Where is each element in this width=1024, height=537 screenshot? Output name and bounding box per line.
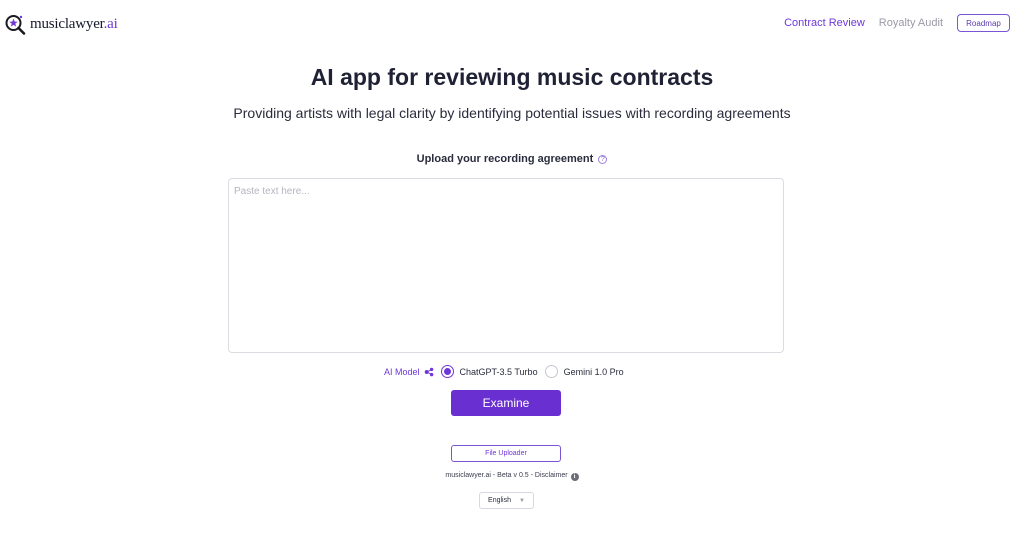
radio-label-gemini[interactable]: Gemini 1.0 Pro: [564, 367, 624, 377]
upload-label: Upload your recording agreement: [416, 153, 594, 165]
top-nav: Contract Review Royalty Audit Roadmap: [784, 14, 1010, 32]
ai-model-label: AI Model: [384, 366, 420, 377]
footer-text[interactable]: musiclawyer.ai - Beta v 0.5 - Disclaimer: [445, 472, 567, 479]
brand-name-main: musiclawyer: [30, 15, 104, 32]
examine-button[interactable]: Examine: [451, 390, 561, 416]
nav-royalty-audit[interactable]: Royalty Audit: [879, 17, 943, 29]
radio-gemini[interactable]: [544, 365, 558, 378]
contract-text-input[interactable]: [228, 178, 784, 353]
radio-label-chatgpt[interactable]: ChatGPT-3.5 Turbo: [460, 367, 538, 377]
magnifier-logo-icon: [4, 12, 28, 36]
brand-name: musiclawyer.ai: [30, 16, 118, 33]
language-select[interactable]: English ▼: [479, 492, 534, 509]
radio-chatgpt[interactable]: [440, 365, 454, 378]
page-title: AI app for reviewing music contracts: [310, 64, 714, 90]
brand-name-suffix: .ai: [103, 15, 118, 32]
radio-selected-dot: [443, 368, 451, 375]
info-icon[interactable]: i: [570, 473, 579, 481]
brand-logo[interactable]: musiclawyer.ai: [4, 12, 118, 36]
ai-model-selector: AI Model ChatGPT-3.5 Turbo Gemini 1.0 Pr…: [384, 364, 631, 379]
footer: musiclawyer.ai - Beta v 0.5 - Disclaimer…: [0, 472, 1024, 481]
upload-label-row: Upload your recording agreement ?: [0, 153, 1024, 165]
model-network-icon: [424, 367, 433, 376]
nav-contract-review[interactable]: Contract Review: [784, 17, 865, 29]
chevron-down-icon: ▼: [519, 497, 525, 504]
file-uploader-button[interactable]: File Uploader: [451, 445, 561, 462]
help-icon[interactable]: ?: [598, 155, 608, 164]
page-subtitle: Providing artists with legal clarity by …: [233, 105, 791, 121]
roadmap-button[interactable]: Roadmap: [957, 14, 1010, 32]
language-selected-value: English: [488, 497, 511, 504]
